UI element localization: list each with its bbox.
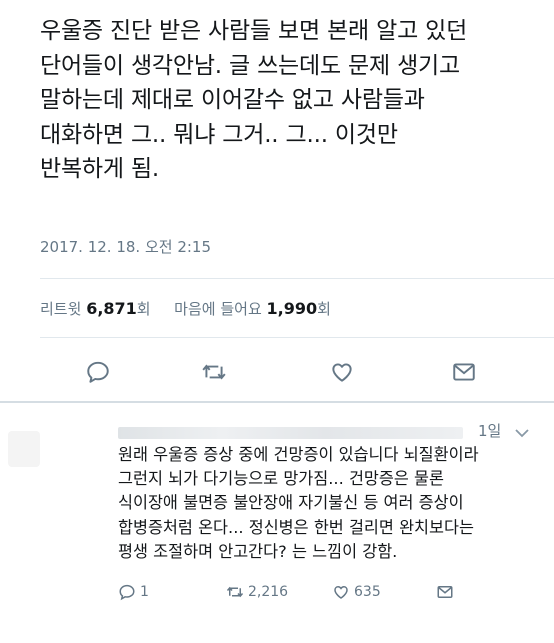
- reply-line: 그런지 뇌가 다기능으로 망가짐... 건망증은 물론: [118, 469, 445, 489]
- tweet-stats: 리트윗 6,871회 마음에 들어요 1,990회: [40, 298, 331, 319]
- reply-menu-button[interactable]: [514, 424, 530, 443]
- reply-button[interactable]: [82, 356, 114, 388]
- retweet-label: 리트윗: [40, 300, 82, 318]
- reply-dm-button[interactable]: [436, 583, 458, 601]
- retweet-button[interactable]: [198, 356, 230, 388]
- reply-line: 식이장애 불면증 불안장애 자기불신 등 여러 증상이: [118, 493, 464, 513]
- tweet-line: 반복하게 됨.: [40, 156, 160, 182]
- tweet-line: 단어들이 생각안남. 글 쓰는데도 문제 생기고: [40, 52, 460, 79]
- tweet-line: 대화하면 그.. 뭐냐 그거.. 그... 이것만: [40, 121, 398, 148]
- tweet-line: 말하는데 제대로 이어갈수 없고 사람들과: [40, 87, 425, 113]
- tweet-actions: [0, 356, 554, 396]
- heart-icon: [334, 585, 348, 599]
- like-stat[interactable]: 마음에 들어요 1,990회: [174, 299, 331, 318]
- reply-line: 평생 조절하며 안고간다? 는 느낌이 강함.: [118, 541, 398, 561]
- dm-button[interactable]: [448, 356, 480, 388]
- reply-retweet-button[interactable]: 2,216: [226, 583, 288, 601]
- tweet-timestamp[interactable]: 2017. 12. 18. 오전 2:15: [40, 236, 211, 257]
- retweet-count: 6,871: [86, 299, 137, 318]
- reply-like-button[interactable]: 635: [332, 583, 381, 601]
- reply-actions: 1 2,216 635: [118, 583, 538, 605]
- retweet-stat[interactable]: 리트윗 6,871회: [40, 299, 155, 318]
- redacted-username: [118, 427, 463, 439]
- chevron-down-icon: [515, 429, 529, 438]
- reply-icon: [119, 584, 135, 601]
- retweet-icon: [202, 364, 226, 380]
- tweet-text: 우울증 진단 받은 사람들 보면 본래 알고 있던 단어들이 생각안남. 글 쓰…: [40, 14, 540, 187]
- like-unit: 회: [317, 300, 331, 318]
- envelope-icon: [453, 363, 475, 381]
- reply-line: 합병증처럼 온다... 정신병은 한번 걸리면 완치보다는: [118, 517, 474, 537]
- reply-timestamp[interactable]: 1일: [478, 420, 501, 441]
- retweet-unit: 회: [136, 300, 151, 318]
- reply-reply-count: 1: [140, 584, 149, 600]
- retweet-icon: [226, 586, 244, 598]
- reply-retweet-count: 2,216: [248, 584, 289, 600]
- tweet-line: 우울증 진단 받은 사람들 보면 본래 알고 있던: [40, 18, 468, 44]
- reply-line: 원래 우울증 증상 중에 건망증이 있습니다 뇌질환이라: [118, 445, 479, 464]
- heart-icon: [332, 363, 352, 382]
- like-count: 1,990: [266, 299, 318, 318]
- reply-text: 원래 우울증 증상 중에 건망증이 있습니다 뇌질환이라 그런지 뇌가 다기능으…: [118, 443, 548, 564]
- avatar: [8, 431, 40, 467]
- divider: [40, 337, 554, 338]
- like-label: 마음에 들어요: [174, 300, 262, 318]
- like-button[interactable]: [326, 356, 358, 388]
- reply-icon: [87, 361, 109, 383]
- reply-reply-button[interactable]: 1: [118, 583, 149, 601]
- reply-like-count: 635: [354, 584, 381, 600]
- envelope-icon: [437, 586, 453, 598]
- divider: [40, 278, 554, 279]
